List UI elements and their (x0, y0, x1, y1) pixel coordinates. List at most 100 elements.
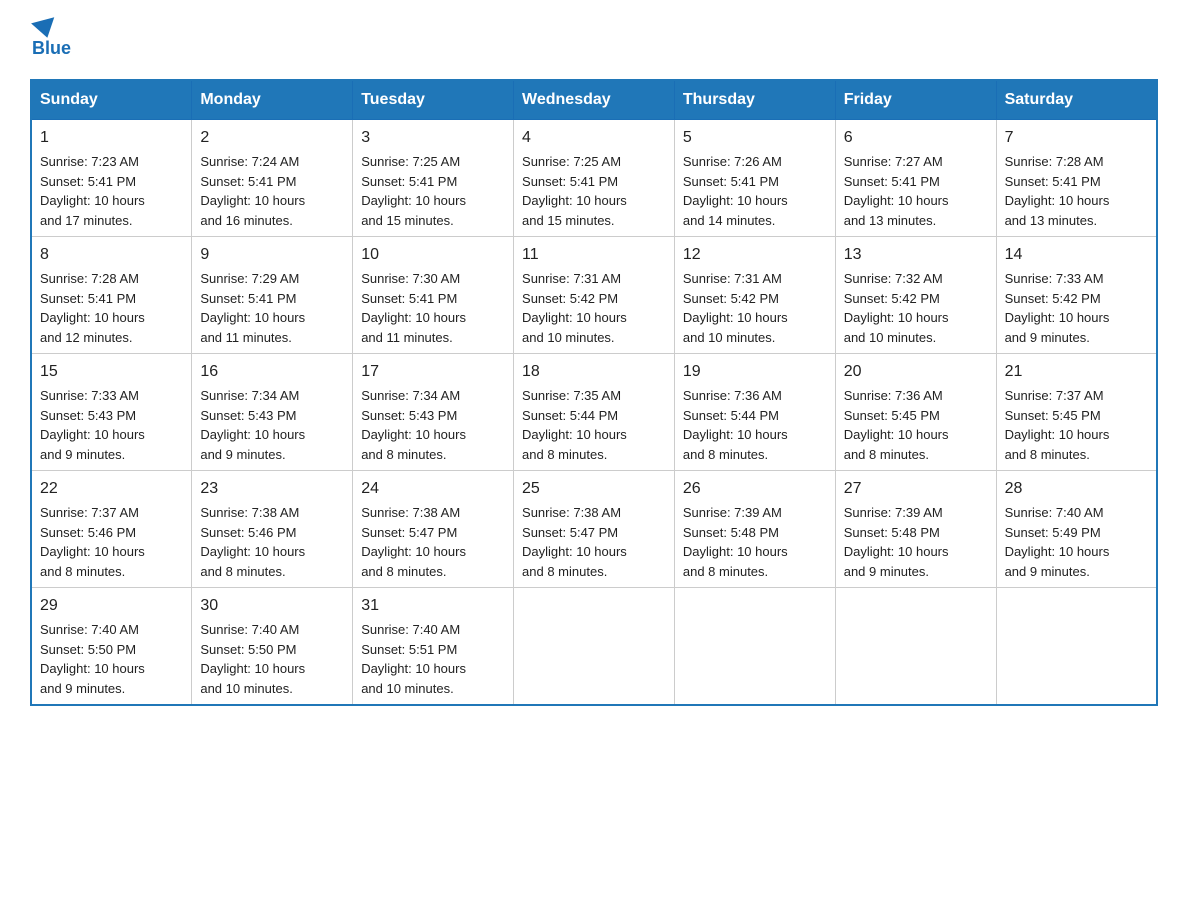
day-info: Sunrise: 7:39 AMSunset: 5:48 PMDaylight:… (683, 505, 788, 579)
day-info: Sunrise: 7:38 AMSunset: 5:47 PMDaylight:… (361, 505, 466, 579)
day-number: 14 (1005, 243, 1148, 267)
day-number: 3 (361, 126, 505, 150)
calendar-cell (835, 588, 996, 706)
day-info: Sunrise: 7:31 AMSunset: 5:42 PMDaylight:… (522, 271, 627, 345)
calendar-cell: 26 Sunrise: 7:39 AMSunset: 5:48 PMDayligh… (674, 471, 835, 588)
day-number: 25 (522, 477, 666, 501)
day-info: Sunrise: 7:25 AMSunset: 5:41 PMDaylight:… (522, 154, 627, 228)
calendar-cell: 14 Sunrise: 7:33 AMSunset: 5:42 PMDayligh… (996, 237, 1157, 354)
calendar-cell: 8 Sunrise: 7:28 AMSunset: 5:41 PMDaylight… (31, 237, 192, 354)
calendar-cell: 10 Sunrise: 7:30 AMSunset: 5:41 PMDayligh… (353, 237, 514, 354)
day-number: 5 (683, 126, 827, 150)
calendar-cell (996, 588, 1157, 706)
calendar-week-row: 15 Sunrise: 7:33 AMSunset: 5:43 PMDayligh… (31, 354, 1157, 471)
day-number: 17 (361, 360, 505, 384)
calendar-cell: 11 Sunrise: 7:31 AMSunset: 5:42 PMDayligh… (514, 237, 675, 354)
day-number: 31 (361, 594, 505, 618)
calendar-cell: 6 Sunrise: 7:27 AMSunset: 5:41 PMDaylight… (835, 120, 996, 237)
day-number: 15 (40, 360, 183, 384)
day-info: Sunrise: 7:40 AMSunset: 5:50 PMDaylight:… (200, 622, 305, 696)
day-info: Sunrise: 7:35 AMSunset: 5:44 PMDaylight:… (522, 388, 627, 462)
calendar-cell: 5 Sunrise: 7:26 AMSunset: 5:41 PMDaylight… (674, 120, 835, 237)
calendar-cell (674, 588, 835, 706)
day-number: 29 (40, 594, 183, 618)
day-number: 16 (200, 360, 344, 384)
calendar-week-row: 8 Sunrise: 7:28 AMSunset: 5:41 PMDaylight… (31, 237, 1157, 354)
day-number: 24 (361, 477, 505, 501)
day-number: 26 (683, 477, 827, 501)
day-info: Sunrise: 7:38 AMSunset: 5:46 PMDaylight:… (200, 505, 305, 579)
day-number: 21 (1005, 360, 1148, 384)
day-number: 30 (200, 594, 344, 618)
calendar-cell: 24 Sunrise: 7:38 AMSunset: 5:47 PMDayligh… (353, 471, 514, 588)
day-number: 22 (40, 477, 183, 501)
calendar-cell: 7Sunrise: 7:28 AMSunset: 5:41 PMDaylight… (996, 120, 1157, 237)
calendar-cell: 19 Sunrise: 7:36 AMSunset: 5:44 PMDayligh… (674, 354, 835, 471)
day-info: Sunrise: 7:37 AMSunset: 5:45 PMDaylight:… (1005, 388, 1110, 462)
day-number: 20 (844, 360, 988, 384)
day-number: 18 (522, 360, 666, 384)
calendar-week-row: 1Sunrise: 7:23 AMSunset: 5:41 PMDaylight… (31, 120, 1157, 237)
calendar-cell: 9Sunrise: 7:29 AMSunset: 5:41 PMDaylight… (192, 237, 353, 354)
calendar-cell: 12 Sunrise: 7:31 AMSunset: 5:42 PMDayligh… (674, 237, 835, 354)
day-info: Sunrise: 7:23 AMSunset: 5:41 PMDaylight:… (40, 154, 145, 228)
calendar-cell: 16 Sunrise: 7:34 AMSunset: 5:43 PMDayligh… (192, 354, 353, 471)
logo: Blue (30, 20, 71, 59)
calendar-cell: 29 Sunrise: 7:40 AMSunset: 5:50 PMDayligh… (31, 588, 192, 706)
day-number: 6 (844, 126, 988, 150)
calendar-table: SundayMondayTuesdayWednesdayThursdayFrid… (30, 79, 1158, 706)
calendar-cell: 21 Sunrise: 7:37 AMSunset: 5:45 PMDayligh… (996, 354, 1157, 471)
day-info: Sunrise: 7:38 AMSunset: 5:47 PMDaylight:… (522, 505, 627, 579)
calendar-cell: 31 Sunrise: 7:40 AMSunset: 5:51 PMDayligh… (353, 588, 514, 706)
header-sunday: Sunday (31, 80, 192, 120)
day-info: Sunrise: 7:26 AMSunset: 5:41 PMDaylight:… (683, 154, 788, 228)
day-info: Sunrise: 7:40 AMSunset: 5:50 PMDaylight:… (40, 622, 145, 696)
calendar-cell: 13 Sunrise: 7:32 AMSunset: 5:42 PMDayligh… (835, 237, 996, 354)
calendar-cell: 28Sunrise: 7:40 AMSunset: 5:49 PMDayligh… (996, 471, 1157, 588)
day-info: Sunrise: 7:39 AMSunset: 5:48 PMDaylight:… (844, 505, 949, 579)
day-info: Sunrise: 7:40 AMSunset: 5:51 PMDaylight:… (361, 622, 466, 696)
day-number: 12 (683, 243, 827, 267)
calendar-week-row: 29 Sunrise: 7:40 AMSunset: 5:50 PMDayligh… (31, 588, 1157, 706)
day-number: 13 (844, 243, 988, 267)
calendar-cell: 1Sunrise: 7:23 AMSunset: 5:41 PMDaylight… (31, 120, 192, 237)
day-number: 9 (200, 243, 344, 267)
day-number: 7 (1005, 126, 1148, 150)
calendar-cell: 4Sunrise: 7:25 AMSunset: 5:41 PMDaylight… (514, 120, 675, 237)
day-number: 8 (40, 243, 183, 267)
day-info: Sunrise: 7:31 AMSunset: 5:42 PMDaylight:… (683, 271, 788, 345)
calendar-cell: 25 Sunrise: 7:38 AMSunset: 5:47 PMDayligh… (514, 471, 675, 588)
calendar-cell: 15 Sunrise: 7:33 AMSunset: 5:43 PMDayligh… (31, 354, 192, 471)
day-info: Sunrise: 7:32 AMSunset: 5:42 PMDaylight:… (844, 271, 949, 345)
day-info: Sunrise: 7:27 AMSunset: 5:41 PMDaylight:… (844, 154, 949, 228)
day-number: 10 (361, 243, 505, 267)
day-info: Sunrise: 7:34 AMSunset: 5:43 PMDaylight:… (200, 388, 305, 462)
day-info: Sunrise: 7:37 AMSunset: 5:46 PMDaylight:… (40, 505, 145, 579)
day-info: Sunrise: 7:36 AMSunset: 5:45 PMDaylight:… (844, 388, 949, 462)
day-number: 23 (200, 477, 344, 501)
day-info: Sunrise: 7:33 AMSunset: 5:42 PMDaylight:… (1005, 271, 1110, 345)
day-number: 27 (844, 477, 988, 501)
header-saturday: Saturday (996, 80, 1157, 120)
day-info: Sunrise: 7:28 AMSunset: 5:41 PMDaylight:… (40, 271, 145, 345)
day-info: Sunrise: 7:33 AMSunset: 5:43 PMDaylight:… (40, 388, 145, 462)
calendar-cell: 27 Sunrise: 7:39 AMSunset: 5:48 PMDayligh… (835, 471, 996, 588)
day-info: Sunrise: 7:34 AMSunset: 5:43 PMDaylight:… (361, 388, 466, 462)
calendar-header-row: SundayMondayTuesdayWednesdayThursdayFrid… (31, 80, 1157, 120)
calendar-cell: 3 Sunrise: 7:25 AMSunset: 5:41 PMDaylight… (353, 120, 514, 237)
calendar-cell (514, 588, 675, 706)
day-info: Sunrise: 7:30 AMSunset: 5:41 PMDaylight:… (361, 271, 466, 345)
day-info: Sunrise: 7:24 AMSunset: 5:41 PMDaylight:… (200, 154, 305, 228)
calendar-week-row: 22 Sunrise: 7:37 AMSunset: 5:46 PMDayligh… (31, 471, 1157, 588)
calendar-cell: 20 Sunrise: 7:36 AMSunset: 5:45 PMDayligh… (835, 354, 996, 471)
day-info: Sunrise: 7:36 AMSunset: 5:44 PMDaylight:… (683, 388, 788, 462)
day-number: 11 (522, 243, 666, 267)
logo-subtitle: Blue (32, 38, 71, 59)
page-header: Blue (30, 20, 1158, 59)
day-info: Sunrise: 7:40 AMSunset: 5:49 PMDaylight:… (1005, 505, 1110, 579)
calendar-cell: 23 Sunrise: 7:38 AMSunset: 5:46 PMDayligh… (192, 471, 353, 588)
day-number: 19 (683, 360, 827, 384)
header-friday: Friday (835, 80, 996, 120)
calendar-cell: 18 Sunrise: 7:35 AMSunset: 5:44 PMDayligh… (514, 354, 675, 471)
day-info: Sunrise: 7:25 AMSunset: 5:41 PMDaylight:… (361, 154, 466, 228)
